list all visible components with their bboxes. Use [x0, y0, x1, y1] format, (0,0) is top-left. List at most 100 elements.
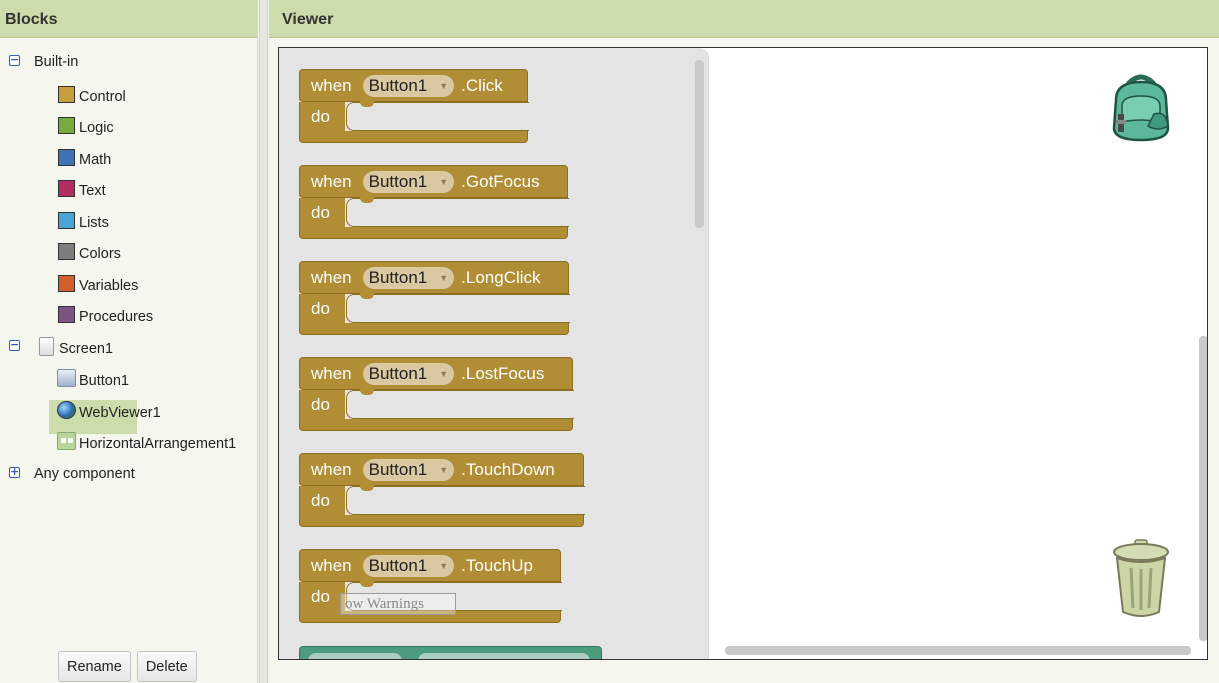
component-name: Button1 [368, 75, 428, 95]
expand-icon[interactable]: + [9, 466, 20, 478]
event-name: .LostFocus [461, 363, 545, 383]
tree-item-label: Procedures [79, 309, 154, 325]
viewer-panel: Viewer when Button1 ▼ .Click do when But… [269, 0, 1219, 683]
screen-icon [39, 336, 54, 356]
do-label: do [311, 586, 330, 606]
component-dropdown[interactable]: Button1 ▼ [362, 458, 455, 481]
event-block-lostfocus[interactable]: when Button1 ▼ .LostFocus do [299, 357, 574, 431]
event-block-gotfocus[interactable]: when Button1 ▼ .GotFocus do [299, 165, 569, 239]
when-label: when [311, 555, 352, 575]
tree-item-screen1[interactable]: Screen1 [39, 336, 114, 361]
control-swatch-icon [58, 85, 75, 103]
flyout-scrollbar[interactable] [695, 60, 704, 228]
component-name: Button1 [368, 555, 428, 575]
when-label: when [311, 267, 352, 287]
dropdown-arrow-icon: ▼ [439, 368, 449, 379]
when-label: when [311, 75, 352, 95]
dropdown-arrow-icon: ▼ [439, 80, 449, 91]
dropdown-arrow-icon: ▼ [439, 272, 449, 283]
math-swatch-icon [58, 148, 75, 166]
globe-icon [57, 401, 76, 419]
blocks-panel-title: Blocks [0, 0, 257, 38]
tree-item-label: Screen1 [59, 341, 114, 357]
backpack-icon[interactable] [1108, 70, 1174, 142]
tree-item-label: Control [79, 89, 126, 105]
dropdown-arrow-icon: ▼ [439, 464, 449, 475]
tree-item-label: HorizontalArrangement1 [79, 436, 237, 452]
collapse-icon[interactable]: − [9, 54, 20, 66]
tree-item-logic[interactable]: Logic [58, 116, 114, 140]
dropdown-arrow-icon: ▼ [439, 560, 449, 571]
blocks-flyout: when Button1 ▼ .Click do when Button1 ▼ .G… [279, 48, 709, 659]
do-label: do [311, 394, 330, 414]
do-label: do [311, 202, 330, 222]
when-label: when [311, 171, 352, 191]
tree-item-colors[interactable]: Colors [58, 242, 121, 266]
collapse-icon[interactable]: − [9, 339, 20, 351]
lists-swatch-icon [58, 211, 75, 229]
tree-item-built-in[interactable]: Built-in [34, 50, 78, 74]
event-block-longclick[interactable]: when Button1 ▼ .LongClick do [299, 261, 570, 335]
viewer-title: Viewer [269, 0, 1219, 38]
tree-item-lists[interactable]: Lists [58, 211, 109, 235]
tree-item-procedures[interactable]: Procedures [58, 305, 153, 329]
component-name: Button1 [368, 267, 428, 287]
procedures-swatch-icon [58, 305, 75, 323]
tree-item-label: Logic [79, 120, 114, 136]
tree-item-button1[interactable]: Button1 [57, 369, 129, 393]
do-label: do [311, 298, 330, 318]
tree-item-label: Colors [79, 246, 121, 262]
event-block-touchdown[interactable]: when Button1 ▼ .TouchDown do [299, 453, 585, 527]
component-name: Button1 [368, 363, 428, 383]
rename-button[interactable]: Rename [58, 651, 131, 682]
tree-item-label: Any component [34, 466, 135, 482]
tree-item-any-component[interactable]: Any component [34, 462, 135, 486]
blocks-panel: Blocks − Built-in Control Logic Math Tex… [0, 0, 258, 683]
tree-item-label: Math [79, 152, 112, 168]
tree-item-math[interactable]: Math [58, 148, 111, 172]
event-name: .Click [461, 75, 503, 95]
component-dropdown[interactable]: Button1 ▼ [362, 74, 455, 97]
blocks-actions: Rename Delete [58, 651, 197, 682]
tree-item-horizontalarrangement1[interactable]: HorizontalArrangement1 [57, 432, 236, 456]
show-warnings-toggle[interactable]: ow Warnings [340, 593, 456, 615]
event-name: .TouchUp [461, 555, 533, 575]
variables-swatch-icon [58, 274, 75, 292]
workspace-vertical-scrollbar[interactable] [1199, 336, 1207, 641]
text-swatch-icon [58, 179, 75, 197]
tree-item-webviewer1[interactable]: WebViewer1 [57, 401, 161, 425]
tree-item-control[interactable]: Control [58, 85, 126, 109]
component-dropdown[interactable]: Button1 ▼ [362, 362, 455, 385]
colors-swatch-icon [58, 242, 75, 260]
logic-swatch-icon [58, 116, 75, 134]
tree-item-text[interactable]: Text [58, 179, 106, 203]
event-name: .LongClick [461, 267, 541, 287]
dropdown-arrow-icon: ▼ [439, 176, 449, 187]
tree-item-variables[interactable]: Variables [58, 274, 138, 298]
tree-item-label: Text [79, 183, 106, 199]
panel-splitter[interactable] [259, 0, 268, 683]
component-dropdown[interactable]: Button1 ▼ [362, 554, 455, 577]
tree-item-label: WebViewer1 [79, 405, 161, 421]
when-label: when [311, 363, 352, 383]
trash-icon[interactable] [1111, 538, 1171, 620]
tree-item-label: Variables [79, 278, 139, 294]
delete-button[interactable]: Delete [136, 651, 197, 682]
do-label: do [311, 106, 330, 126]
workspace-horizontal-scrollbar[interactable] [725, 646, 1191, 655]
tree-item-label: Built-in [34, 54, 79, 70]
component-name: Button1 [368, 459, 428, 479]
blocks-workspace[interactable]: when Button1 ▼ .Click do when Button1 ▼ .G… [278, 47, 1208, 660]
event-block-click[interactable]: when Button1 ▼ .Click do [299, 69, 529, 143]
component-pill [308, 653, 402, 659]
property-pill [418, 653, 590, 659]
button-icon [57, 369, 76, 387]
property-block-partial[interactable] [299, 646, 602, 659]
event-name: .TouchDown [461, 459, 555, 479]
tree-item-label: Lists [79, 215, 109, 231]
when-label: when [311, 459, 352, 479]
do-label: do [311, 490, 330, 510]
tree-item-label: Button1 [79, 373, 129, 389]
component-dropdown[interactable]: Button1 ▼ [362, 266, 455, 289]
component-dropdown[interactable]: Button1 ▼ [362, 170, 455, 193]
